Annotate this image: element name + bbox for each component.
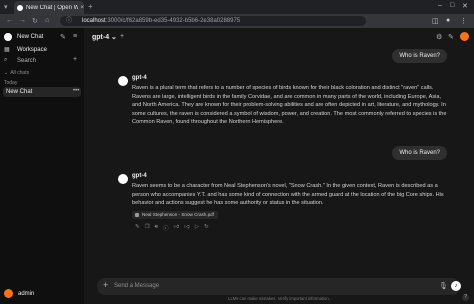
assistant-avatar	[118, 76, 128, 86]
user-name: admin	[18, 290, 35, 297]
model-name: gpt-4	[92, 34, 110, 41]
search-icon: ⌕	[4, 57, 8, 63]
site-info-icon[interactable]: ⓘ	[66, 16, 72, 26]
assistant-avatar	[118, 174, 128, 184]
thumbs-down-icon[interactable]: 👎︎	[184, 224, 190, 232]
controls-icon[interactable]: ⚙	[436, 33, 442, 41]
favicon-icon	[17, 4, 23, 11]
sidebar: New Chat ✎ ≡ ▦ Workspace ⌕ Search + ⌄ Al…	[0, 28, 84, 304]
all-chats-label: All chats	[10, 70, 30, 76]
assistant-model-name: gpt-4	[132, 173, 147, 179]
browser-nav-bar: ← → ↻ ⌂ ⓘ localhost:3000/c/f62a859b-ed35…	[0, 14, 474, 28]
copy-icon[interactable]: ❐	[145, 224, 150, 232]
edit-icon[interactable]: ✎	[60, 33, 66, 41]
browser-menu-icon[interactable]: ⋮	[460, 17, 467, 25]
message-input[interactable]: Send a Message	[114, 283, 159, 289]
openwebui-logo	[4, 33, 12, 41]
chat-item-label: New Chat	[6, 89, 33, 95]
address-bar[interactable]: ⓘ localhost:3000/c/f62a859b-ed35-4932-b5…	[60, 16, 366, 26]
add-folder-icon[interactable]: +	[73, 56, 77, 63]
chevron-down-icon: ⌄	[4, 70, 9, 76]
new-tab-button[interactable]: +	[88, 2, 93, 11]
user-menu[interactable]: admin	[4, 289, 34, 298]
continue-icon[interactable]: ▷	[195, 224, 199, 232]
model-selector[interactable]: gpt-4 ⌄	[92, 33, 117, 41]
user-message: Who is Raven?	[392, 146, 447, 160]
section-today-label: Today	[4, 80, 18, 86]
sidebar-toggle-icon[interactable]: ≡	[73, 33, 77, 40]
workspace-item[interactable]: ▦ Workspace	[4, 46, 47, 54]
disclaimer-text: LLMs can make mistakes. Verify important…	[228, 296, 330, 301]
add-model-icon[interactable]: +	[120, 33, 124, 40]
new-chat-icon[interactable]: ✎	[448, 33, 454, 41]
user-message: Who is Raven?	[392, 49, 447, 63]
url-host: localhost	[82, 18, 106, 24]
assistant-message: Raven is a plural term that refers to a …	[132, 85, 447, 126]
minimize-icon[interactable]: –	[438, 2, 442, 9]
section-today: Today	[4, 80, 17, 86]
help-button[interactable]: ?	[462, 294, 469, 301]
attach-plus-icon[interactable]: +	[103, 280, 108, 290]
all-chats-toggle[interactable]: ⌄ All chats	[4, 70, 29, 76]
profile-icon[interactable]: ●	[446, 17, 450, 24]
tab-title: New Chat | Open WebUI	[26, 4, 79, 11]
tab-close-icon[interactable]: ×	[80, 5, 84, 11]
more-options-icon[interactable]: •••	[73, 88, 79, 94]
chat-main: gpt-4 ⌄ + ⚙ ✎ Who is Raven? gpt-4 Raven …	[84, 28, 474, 304]
forward-icon[interactable]: →	[19, 17, 26, 24]
reload-icon[interactable]: ↻	[32, 17, 38, 25]
maximize-icon[interactable]: □	[450, 2, 454, 9]
thumbs-up-icon[interactable]: 👍︎	[174, 224, 180, 232]
browser-tab[interactable]: New Chat | Open WebUI ×	[14, 1, 84, 14]
search-label: Search	[17, 57, 37, 64]
assistant-model-name: gpt-4	[132, 75, 147, 81]
home-icon[interactable]: ⌂	[45, 17, 49, 24]
citation-chip[interactable]: Neal Stephenson - Snow Crash.pdf	[132, 211, 219, 219]
user-avatar-top[interactable]	[460, 32, 469, 41]
new-chat-label: New Chat	[17, 34, 44, 40]
close-window-icon[interactable]: ✕	[462, 2, 468, 10]
assistant-message: Raven seems to be a character from Neal …	[132, 183, 444, 207]
extensions-icon[interactable]: ◫	[432, 17, 439, 25]
search-field[interactable]: ⌕ Search	[4, 57, 36, 64]
url-path: :3000/c/f62a859b-ed35-4932-b5b6-2e38a028…	[105, 18, 241, 24]
browser-tab-bar: ▾ New Chat | Open WebUI × + – □ ✕	[0, 0, 474, 14]
edit-message-icon[interactable]: ✎	[135, 224, 140, 232]
tab-list-icon[interactable]: ▾	[4, 3, 8, 11]
back-icon[interactable]: ←	[6, 17, 13, 24]
workspace-icon: ▦	[4, 47, 10, 53]
info-icon[interactable]: ⓘ	[163, 224, 169, 232]
read-aloud-icon[interactable]: 🔊︎	[155, 224, 158, 232]
file-icon	[135, 212, 139, 217]
user-avatar	[4, 289, 13, 298]
workspace-label: Workspace	[17, 47, 47, 53]
microphone-icon[interactable]: 🎙︎	[439, 282, 448, 290]
citation-label: Neal Stephenson - Snow Crash.pdf	[142, 212, 215, 217]
message-actions: ✎ ❐ 🔊︎ ⓘ 👍︎ 👎︎ ▷ ↻	[135, 224, 209, 232]
regenerate-icon[interactable]: ↻	[204, 224, 209, 232]
chat-list-item-title-row[interactable]: New Chat	[6, 89, 32, 95]
message-input-box[interactable]: + Send a Message 🎙︎ ♪	[97, 278, 461, 295]
voice-mode-icon[interactable]: ♪	[451, 281, 461, 291]
new-chat-button[interactable]: New Chat	[4, 33, 43, 41]
